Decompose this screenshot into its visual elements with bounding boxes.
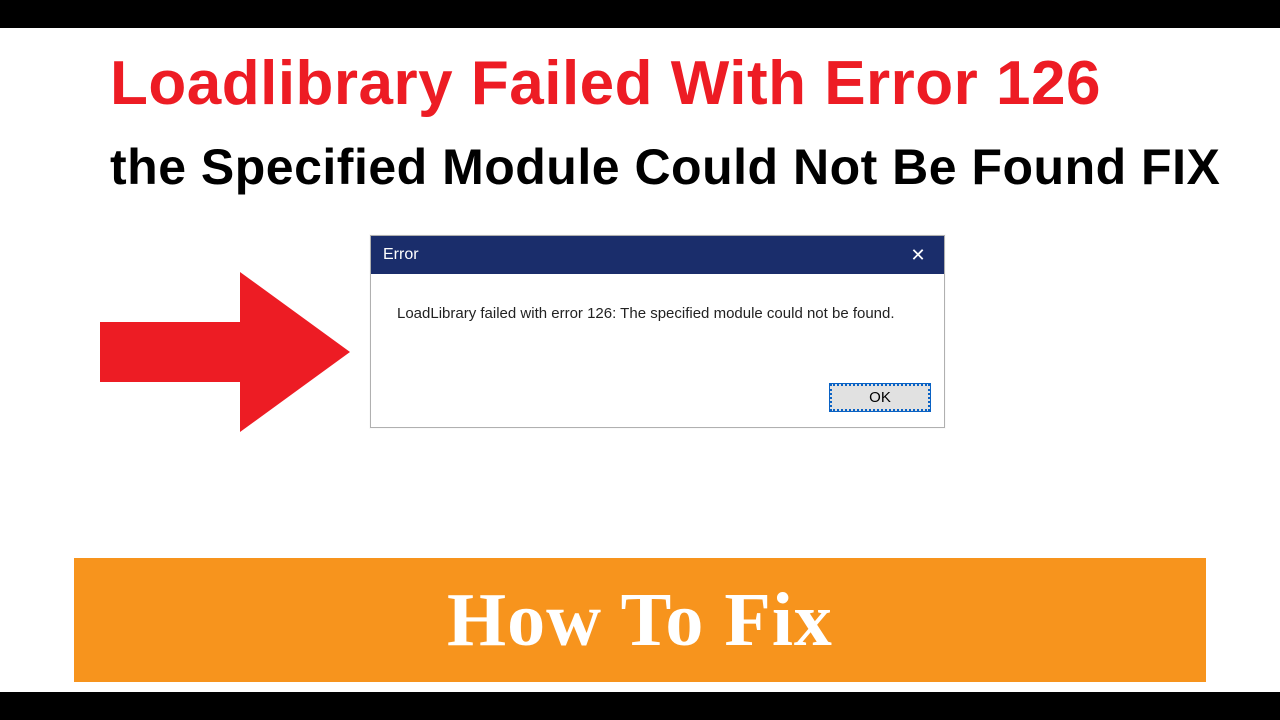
letterbox-bottom: [0, 692, 1280, 720]
close-icon[interactable]: ✕: [898, 240, 938, 270]
dialog-title: Error: [383, 246, 419, 264]
thumbnail-canvas: Loadlibrary Failed With Error 126 the Sp…: [0, 0, 1280, 720]
dialog-message: LoadLibrary failed with error 126: The s…: [371, 274, 944, 374]
error-dialog: Error ✕ LoadLibrary failed with error 12…: [370, 235, 945, 428]
headline-red: Loadlibrary Failed With Error 126: [110, 48, 1101, 119]
headline-black: the Specified Module Could Not Be Found …: [110, 138, 1220, 196]
ok-button[interactable]: OK: [830, 384, 930, 411]
arrow-right-icon: [100, 272, 350, 432]
how-to-fix-banner: How To Fix: [74, 558, 1206, 682]
banner-text: How To Fix: [447, 577, 833, 664]
dialog-footer: OK: [371, 374, 944, 427]
dialog-titlebar[interactable]: Error ✕: [371, 236, 944, 274]
letterbox-top: [0, 0, 1280, 28]
